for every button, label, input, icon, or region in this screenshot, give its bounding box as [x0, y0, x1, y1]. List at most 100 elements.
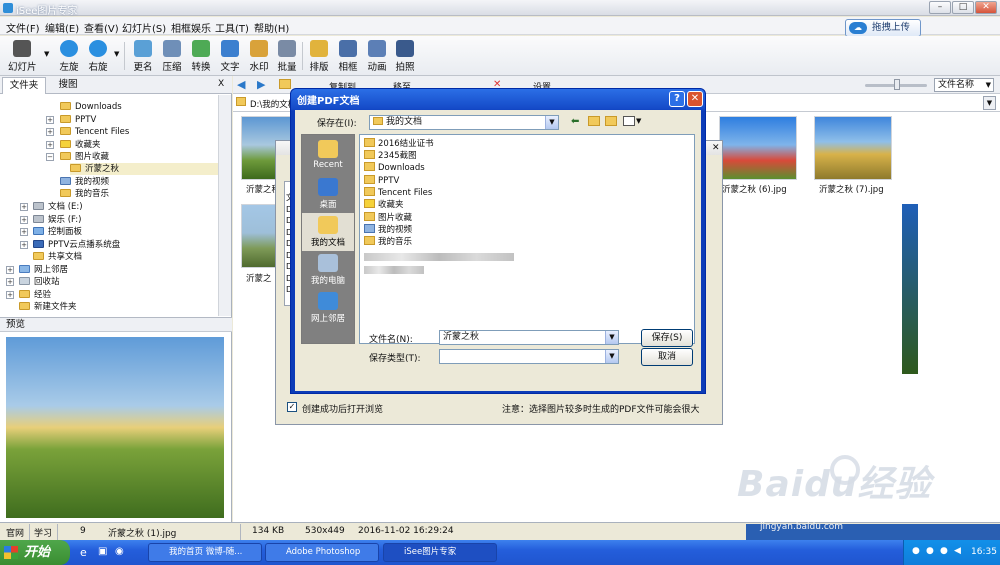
place-network[interactable]: 网上邻居 [302, 289, 354, 327]
list-item[interactable]: 2345截图 [364, 150, 417, 162]
expand-icon[interactable]: + [6, 291, 14, 299]
tree-item-experience[interactable]: 经验 [19, 289, 51, 301]
list-item[interactable]: 我的音乐 [364, 236, 412, 248]
ie-icon[interactable]: e [80, 546, 87, 559]
sort-select[interactable]: 文件名称 ▼ [934, 78, 994, 92]
text-button[interactable]: 文字 [216, 38, 244, 74]
tray-icon[interactable]: ● [926, 546, 934, 556]
tree-item-pptv-disk[interactable]: PPTV云点播系统盘 [33, 239, 120, 251]
file-list[interactable]: 2016结业证书 2345截图 Downloads PPTV Tencent F… [359, 134, 695, 344]
cancel-button[interactable]: 取消 [641, 348, 693, 366]
new-folder-icon[interactable] [605, 116, 617, 126]
expand-icon[interactable]: + [6, 278, 14, 286]
expand-icon[interactable]: + [6, 266, 14, 274]
expand-icon[interactable]: + [46, 128, 54, 136]
tray-icon[interactable]: ● [940, 546, 948, 556]
help-icon[interactable]: ? [669, 91, 685, 107]
task-isee[interactable]: iSee图片专家 [383, 543, 497, 562]
photo-button[interactable]: 拍照 [391, 38, 419, 74]
list-item[interactable]: 我的视频 [364, 224, 412, 236]
filename-input[interactable]: 沂蒙之秋 ▼ [439, 330, 619, 345]
tree-item-selected[interactable]: 沂蒙之秋 [70, 163, 218, 175]
tree-item-network[interactable]: 网上邻居 [19, 264, 68, 276]
menu-file[interactable]: 文件(F) [6, 20, 40, 35]
chevron-down-icon[interactable]: ▼ [983, 96, 996, 110]
desktop-icon[interactable]: ▣ [98, 546, 107, 557]
tree-item-drive-e[interactable]: 文档 (E:) [33, 201, 83, 213]
tree-item-shared[interactable]: 共享文档 [33, 251, 82, 263]
menu-help[interactable]: 帮助(H) [254, 20, 289, 35]
list-item[interactable]: 收藏夹 [364, 199, 404, 211]
menu-frames[interactable]: 相框娱乐 [171, 20, 211, 35]
place-desktop[interactable]: 桌面 [302, 175, 354, 213]
tree-item-new-folder[interactable]: 新建文件夹 [19, 301, 77, 313]
upload-button[interactable]: ☁ 拖拽上传 [845, 19, 921, 37]
collapse-icon[interactable]: − [46, 153, 54, 161]
folder-up-icon[interactable] [279, 79, 291, 89]
place-recent[interactable]: Recent [302, 137, 354, 175]
thumbnail[interactable] [814, 116, 892, 180]
volume-icon[interactable]: ◀ [954, 546, 961, 556]
tree-scrollbar[interactable] [218, 95, 231, 316]
maximize-button[interactable]: □ [952, 1, 974, 14]
save-in-select[interactable]: 我的文档 ▼ [369, 115, 559, 130]
list-item[interactable]: 2016结业证书 [364, 138, 434, 150]
animation-button[interactable]: 动画 [363, 38, 391, 74]
tree-item-pictures[interactable]: 图片收藏 [60, 151, 109, 163]
thumbnail[interactable] [719, 116, 797, 180]
forward-icon[interactable]: ▶ [257, 78, 265, 91]
task-photoshop[interactable]: Adobe Photoshop [265, 543, 379, 562]
tree-item-pptv[interactable]: PPTV [60, 114, 96, 126]
rotate-left-button[interactable]: 左旋 [55, 38, 83, 74]
convert-button[interactable]: 转换 [187, 38, 215, 74]
list-item[interactable]: 图片收藏 [364, 212, 412, 224]
expand-icon[interactable]: + [46, 141, 54, 149]
tree-item-drive-f[interactable]: 娱乐 (F:) [33, 214, 81, 226]
tree-item-control-panel[interactable]: 控制面板 [33, 226, 82, 238]
expand-icon[interactable]: + [20, 203, 28, 211]
close-icon[interactable]: X [218, 79, 224, 89]
close-button[interactable]: ✕ [975, 1, 997, 14]
save-button[interactable]: 保存(S) [641, 329, 693, 347]
learn-link[interactable]: 学习 [34, 526, 52, 539]
tree-item-recycle[interactable]: 回收站 [19, 276, 60, 288]
tree-item-music[interactable]: 我的音乐 [60, 188, 109, 200]
chevron-down-icon[interactable]: ▼ [44, 50, 49, 58]
tree-item-tencent[interactable]: Tencent Files [60, 126, 129, 138]
tab-folders[interactable]: 文件夹 [2, 77, 46, 94]
rename-button[interactable]: 更名 [129, 38, 157, 74]
tray-icon[interactable]: ● [912, 546, 920, 556]
menu-slideshow[interactable]: 幻灯片(S) [122, 20, 166, 35]
compress-button[interactable]: 压缩 [158, 38, 186, 74]
back-arrow-icon[interactable]: ⬅ [571, 116, 579, 127]
tree-item-favorites[interactable]: 收藏夹 [60, 139, 101, 151]
layout-button[interactable]: 排版 [305, 38, 333, 74]
close-icon[interactable]: ✕ [687, 91, 703, 107]
task-browser[interactable]: 我的首页 微博-随... [148, 543, 262, 562]
chevron-down-icon[interactable]: ▼ [114, 50, 119, 58]
expand-icon[interactable]: + [46, 116, 54, 124]
website-link[interactable]: 官网 [6, 526, 24, 539]
back-icon[interactable]: ◀ [237, 78, 245, 91]
open-after-checkbox[interactable]: ✓ [287, 402, 297, 412]
rotate-right-button[interactable]: 右旋 [84, 38, 112, 74]
menu-view[interactable]: 查看(V) [84, 20, 119, 35]
batch-button[interactable]: 批量 [273, 38, 301, 74]
menu-tools[interactable]: 工具(T) [215, 20, 249, 35]
expand-icon[interactable]: + [20, 241, 28, 249]
filetype-select[interactable]: ▼ [439, 349, 619, 364]
slideshow-button[interactable]: 幻灯片 [8, 38, 37, 74]
expand-icon[interactable]: + [20, 216, 28, 224]
watermark-button[interactable]: 水印 [245, 38, 273, 74]
list-item[interactable]: PPTV [364, 175, 399, 187]
menu-edit[interactable]: 编辑(E) [45, 20, 79, 35]
list-item[interactable]: Downloads [364, 162, 425, 174]
tree-item-videos[interactable]: 我的视频 [60, 176, 109, 188]
expand-icon[interactable]: + [20, 228, 28, 236]
list-item[interactable]: Tencent Files [364, 187, 432, 199]
chevron-down-icon[interactable]: ▼ [636, 117, 641, 125]
media-icon[interactable]: ◉ [115, 546, 124, 557]
place-my-computer[interactable]: 我的电脑 [302, 251, 354, 289]
minimize-button[interactable]: – [929, 1, 951, 14]
zoom-slider-knob[interactable] [894, 79, 900, 90]
